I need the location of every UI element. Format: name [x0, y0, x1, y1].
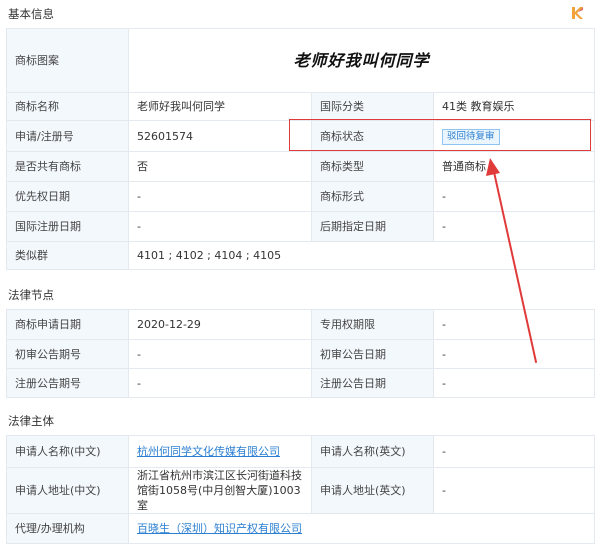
table-row: 商标图案 老师好我叫何同学	[6, 28, 596, 93]
agent-link[interactable]: 百晓生（深圳）知识产权有限公司	[137, 522, 302, 535]
tm-name-label: 商标名称	[6, 92, 129, 121]
reg-issue-value: -	[128, 368, 312, 398]
trademark-detail-page: 基本信息 商标图案 老师好我叫何同学 商标名称 老师好我叫何同学 国际分类 41…	[0, 0, 600, 545]
priority-date-label: 优先权日期	[6, 181, 129, 212]
priority-date-value: -	[128, 181, 312, 212]
section-title-legal-nodes: 法律节点	[8, 288, 54, 302]
intl-class-value: 41类 教育娱乐	[432, 92, 596, 121]
intl-class-label: 国际分类	[311, 92, 434, 121]
reg-number-label: 申请/注册号	[6, 120, 129, 152]
apply-date-value: 2020-12-29	[128, 309, 312, 340]
agent-cell: 百晓生（深圳）知识产权有限公司	[128, 513, 595, 544]
prelim-date-label: 初审公告日期	[311, 339, 434, 369]
table-row: 商标申请日期 2020-12-29 专用权期限 -	[6, 309, 595, 340]
address-cn-label: 申请人地址(中文)	[6, 467, 129, 514]
table-row: 申请人名称(中文) 杭州何同学文化传媒有限公司 申请人名称(英文) -	[6, 435, 595, 468]
agent-label: 代理/办理机构	[6, 513, 129, 544]
table-row: 商标名称 老师好我叫何同学 国际分类 41类 教育娱乐	[6, 92, 596, 121]
reg-issue-label: 注册公告期号	[6, 368, 129, 398]
table-row: 优先权日期 - 商标形式 -	[6, 181, 596, 212]
tm-form-value: -	[432, 181, 596, 212]
address-en-value: -	[433, 467, 595, 514]
exclusive-term-label: 专用权期限	[311, 309, 434, 340]
similar-group-value: 4101 ; 4102 ; 4104 ; 4105	[127, 241, 596, 270]
reg-notice-date-label: 注册公告日期	[311, 368, 434, 398]
intl-reg-date-value: -	[128, 211, 312, 242]
later-designation-value: -	[432, 211, 596, 242]
later-designation-label: 后期指定日期	[311, 211, 434, 242]
legal-nodes-table: 商标申请日期 2020-12-29 专用权期限 - 初审公告期号 - 初审公告日…	[6, 309, 595, 398]
applicant-cn-link[interactable]: 杭州何同学文化传媒有限公司	[137, 445, 280, 458]
shared-tm-label: 是否共有商标	[6, 151, 129, 182]
tm-name-value: 老师好我叫何同学	[128, 92, 312, 121]
tm-type-label: 商标类型	[311, 151, 434, 182]
prelim-date-value: -	[433, 339, 595, 369]
table-row: 注册公告期号 - 注册公告日期 -	[6, 368, 595, 398]
section-title-basic: 基本信息	[8, 7, 54, 21]
trademark-image: 老师好我叫何同学	[293, 51, 430, 70]
table-row: 类似群 4101 ; 4102 ; 4104 ; 4105	[6, 241, 596, 270]
applicant-cn-cell: 杭州何同学文化传媒有限公司	[128, 435, 312, 468]
table-row: 初审公告期号 - 初审公告日期 -	[6, 339, 595, 369]
address-cn-value: 浙江省杭州市滨江区长河街道科技馆街1058号(中月创智大厦)1003室	[128, 467, 312, 514]
reg-number-value: 52601574	[128, 120, 312, 152]
exclusive-term-value: -	[433, 309, 595, 340]
table-row: 国际注册日期 - 后期指定日期 -	[6, 211, 596, 242]
similar-group-label: 类似群	[6, 241, 129, 270]
reg-notice-date-value: -	[433, 368, 595, 398]
intl-reg-date-label: 国际注册日期	[6, 211, 129, 242]
tm-form-label: 商标形式	[311, 181, 434, 212]
table-row: 申请人地址(中文) 浙江省杭州市滨江区长河街道科技馆街1058号(中月创智大厦)…	[6, 467, 595, 514]
apply-date-label: 商标申请日期	[6, 309, 129, 340]
tm-image-cell: 老师好我叫何同学	[127, 28, 596, 93]
prelim-issue-label: 初审公告期号	[6, 339, 129, 369]
applicant-en-label: 申请人名称(英文)	[311, 435, 434, 468]
table-row: 代理/办理机构 百晓生（深圳）知识产权有限公司	[6, 513, 595, 544]
applicant-en-value: -	[433, 435, 595, 468]
tm-image-label: 商标图案	[6, 28, 129, 93]
prelim-issue-value: -	[128, 339, 312, 369]
applicant-cn-label: 申请人名称(中文)	[6, 435, 129, 468]
k-logo-icon	[572, 7, 583, 19]
shared-tm-value: 否	[128, 151, 312, 182]
tm-type-value: 普通商标	[432, 151, 596, 182]
red-highlight-box	[289, 119, 591, 151]
legal-subject-table: 申请人名称(中文) 杭州何同学文化传媒有限公司 申请人名称(英文) - 申请人地…	[6, 435, 595, 544]
table-row: 是否共有商标 否 商标类型 普通商标	[6, 151, 596, 182]
section-title-legal-subject: 法律主体	[8, 414, 54, 428]
address-en-label: 申请人地址(英文)	[311, 467, 434, 514]
